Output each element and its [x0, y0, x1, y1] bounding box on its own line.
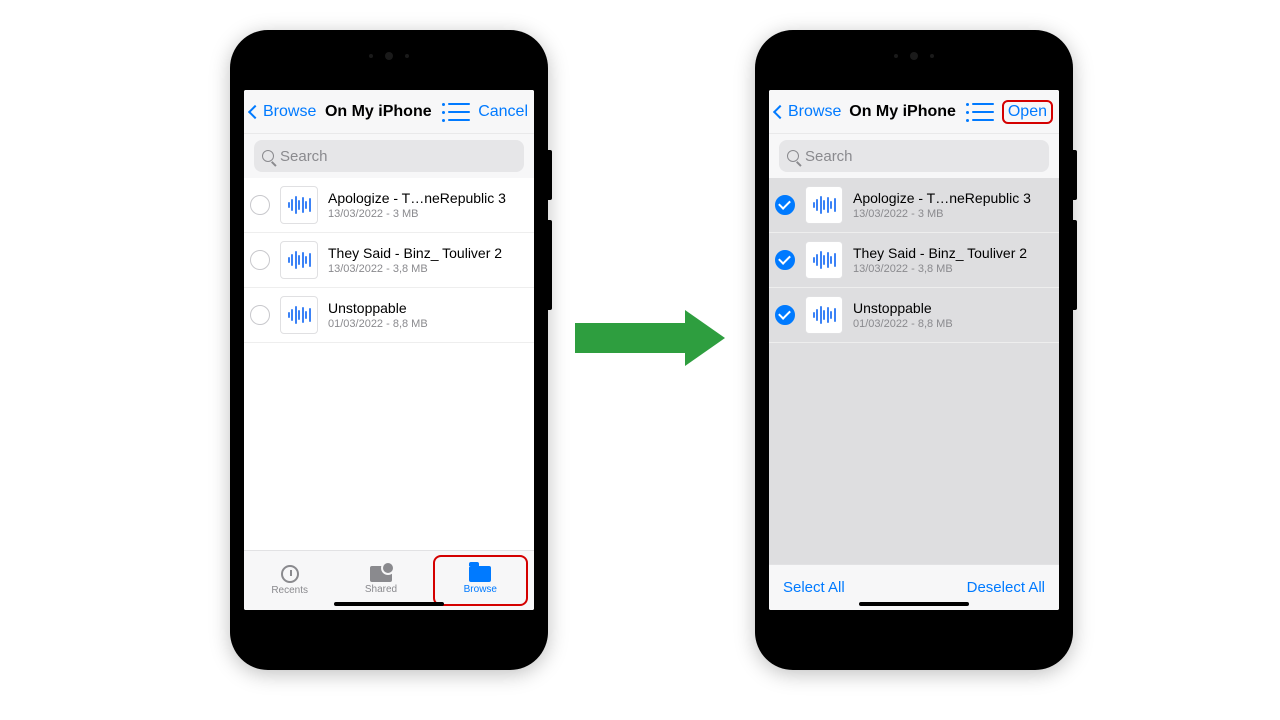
clock-icon [281, 565, 299, 583]
audio-file-icon [280, 296, 318, 334]
select-all-button[interactable]: Select All [783, 579, 845, 596]
file-name: They Said - Binz_ Touliver 2 [853, 245, 1049, 261]
phone-frame-left: Browse On My iPhone Cancel Search Apolog… [230, 30, 548, 670]
volume-button [1073, 220, 1077, 310]
audio-file-icon [805, 241, 843, 279]
search-input[interactable]: Search [779, 140, 1049, 172]
audio-file-icon [280, 186, 318, 224]
tab-recents[interactable]: Recents [244, 551, 335, 610]
file-meta: They Said - Binz_ Touliver 2 13/03/2022 … [853, 245, 1049, 275]
shared-folder-icon [370, 566, 392, 582]
file-sub: 13/03/2022 - 3,8 MB [328, 263, 524, 275]
arrow-right-icon [575, 310, 735, 366]
file-row[interactable]: Apologize - T…neRepublic 3 13/03/2022 - … [244, 178, 534, 233]
search-icon [787, 150, 799, 162]
selection-bar: Select All Deselect All [769, 564, 1059, 610]
file-meta: Unstoppable 01/03/2022 - 8,8 MB [328, 300, 524, 330]
back-button[interactable]: Browse [250, 103, 316, 121]
file-list: Apologize - T…neRepublic 3 13/03/2022 - … [769, 178, 1059, 564]
screen-right: Browse On My iPhone Open Search Apologiz… [769, 90, 1059, 610]
file-meta: Apologize - T…neRepublic 3 13/03/2022 - … [328, 190, 524, 220]
file-name: Unstoppable [328, 300, 524, 316]
search-placeholder: Search [280, 148, 328, 165]
checkbox-checked[interactable] [775, 305, 795, 325]
file-sub: 13/03/2022 - 3 MB [328, 208, 524, 220]
nav-bar: Browse On My iPhone Open [769, 90, 1059, 134]
file-meta: Apologize - T…neRepublic 3 13/03/2022 - … [853, 190, 1049, 220]
file-row[interactable]: They Said - Binz_ Touliver 2 13/03/2022 … [244, 233, 534, 288]
search-placeholder: Search [805, 148, 853, 165]
audio-file-icon [280, 241, 318, 279]
checkbox[interactable] [250, 305, 270, 325]
list-view-icon[interactable] [448, 103, 470, 121]
deselect-all-button[interactable]: Deselect All [967, 579, 1045, 596]
list-view-icon[interactable] [972, 103, 994, 121]
tab-label: Recents [271, 585, 308, 596]
checkbox[interactable] [250, 250, 270, 270]
power-button [548, 150, 552, 200]
nav-bar: Browse On My iPhone Cancel [244, 90, 534, 134]
home-indicator [334, 602, 444, 606]
back-button[interactable]: Browse [775, 103, 841, 121]
search-icon [262, 150, 274, 162]
folder-icon [469, 566, 491, 582]
file-sub: 01/03/2022 - 8,8 MB [853, 318, 1049, 330]
file-meta: Unstoppable 01/03/2022 - 8,8 MB [853, 300, 1049, 330]
tab-label: Shared [365, 584, 397, 595]
file-name: Apologize - T…neRepublic 3 [853, 190, 1049, 206]
file-row[interactable]: Unstoppable 01/03/2022 - 8,8 MB [769, 288, 1059, 343]
checkbox-checked[interactable] [775, 250, 795, 270]
open-button[interactable]: Open [1002, 100, 1053, 124]
checkbox[interactable] [250, 195, 270, 215]
page-title: On My iPhone [841, 103, 964, 121]
file-row[interactable]: Apologize - T…neRepublic 3 13/03/2022 - … [769, 178, 1059, 233]
file-name: Apologize - T…neRepublic 3 [328, 190, 524, 206]
chevron-left-icon [248, 104, 262, 118]
file-row[interactable]: Unstoppable 01/03/2022 - 8,8 MB [244, 288, 534, 343]
tab-bar: Recents Shared Browse [244, 550, 534, 610]
audio-file-icon [805, 296, 843, 334]
home-indicator [859, 602, 969, 606]
file-meta: They Said - Binz_ Touliver 2 13/03/2022 … [328, 245, 524, 275]
tab-label: Browse [464, 584, 497, 595]
file-list: Apologize - T…neRepublic 3 13/03/2022 - … [244, 178, 534, 550]
checkbox-checked[interactable] [775, 195, 795, 215]
screen-left: Browse On My iPhone Cancel Search Apolog… [244, 90, 534, 610]
file-row[interactable]: They Said - Binz_ Touliver 2 13/03/2022 … [769, 233, 1059, 288]
chevron-left-icon [773, 104, 787, 118]
search-wrap: Search [244, 134, 534, 178]
back-label: Browse [263, 103, 316, 121]
audio-file-icon [805, 186, 843, 224]
tab-browse[interactable]: Browse [433, 555, 528, 606]
file-name: They Said - Binz_ Touliver 2 [328, 245, 524, 261]
page-title: On My iPhone [316, 103, 440, 121]
file-sub: 01/03/2022 - 8,8 MB [328, 318, 524, 330]
file-sub: 13/03/2022 - 3 MB [853, 208, 1049, 220]
search-wrap: Search [769, 134, 1059, 178]
back-label: Browse [788, 103, 841, 121]
power-button [1073, 150, 1077, 200]
file-name: Unstoppable [853, 300, 1049, 316]
volume-button [548, 220, 552, 310]
file-sub: 13/03/2022 - 3,8 MB [853, 263, 1049, 275]
phone-frame-right: Browse On My iPhone Open Search Apologiz… [755, 30, 1073, 670]
search-input[interactable]: Search [254, 140, 524, 172]
cancel-button[interactable]: Cancel [478, 103, 528, 121]
